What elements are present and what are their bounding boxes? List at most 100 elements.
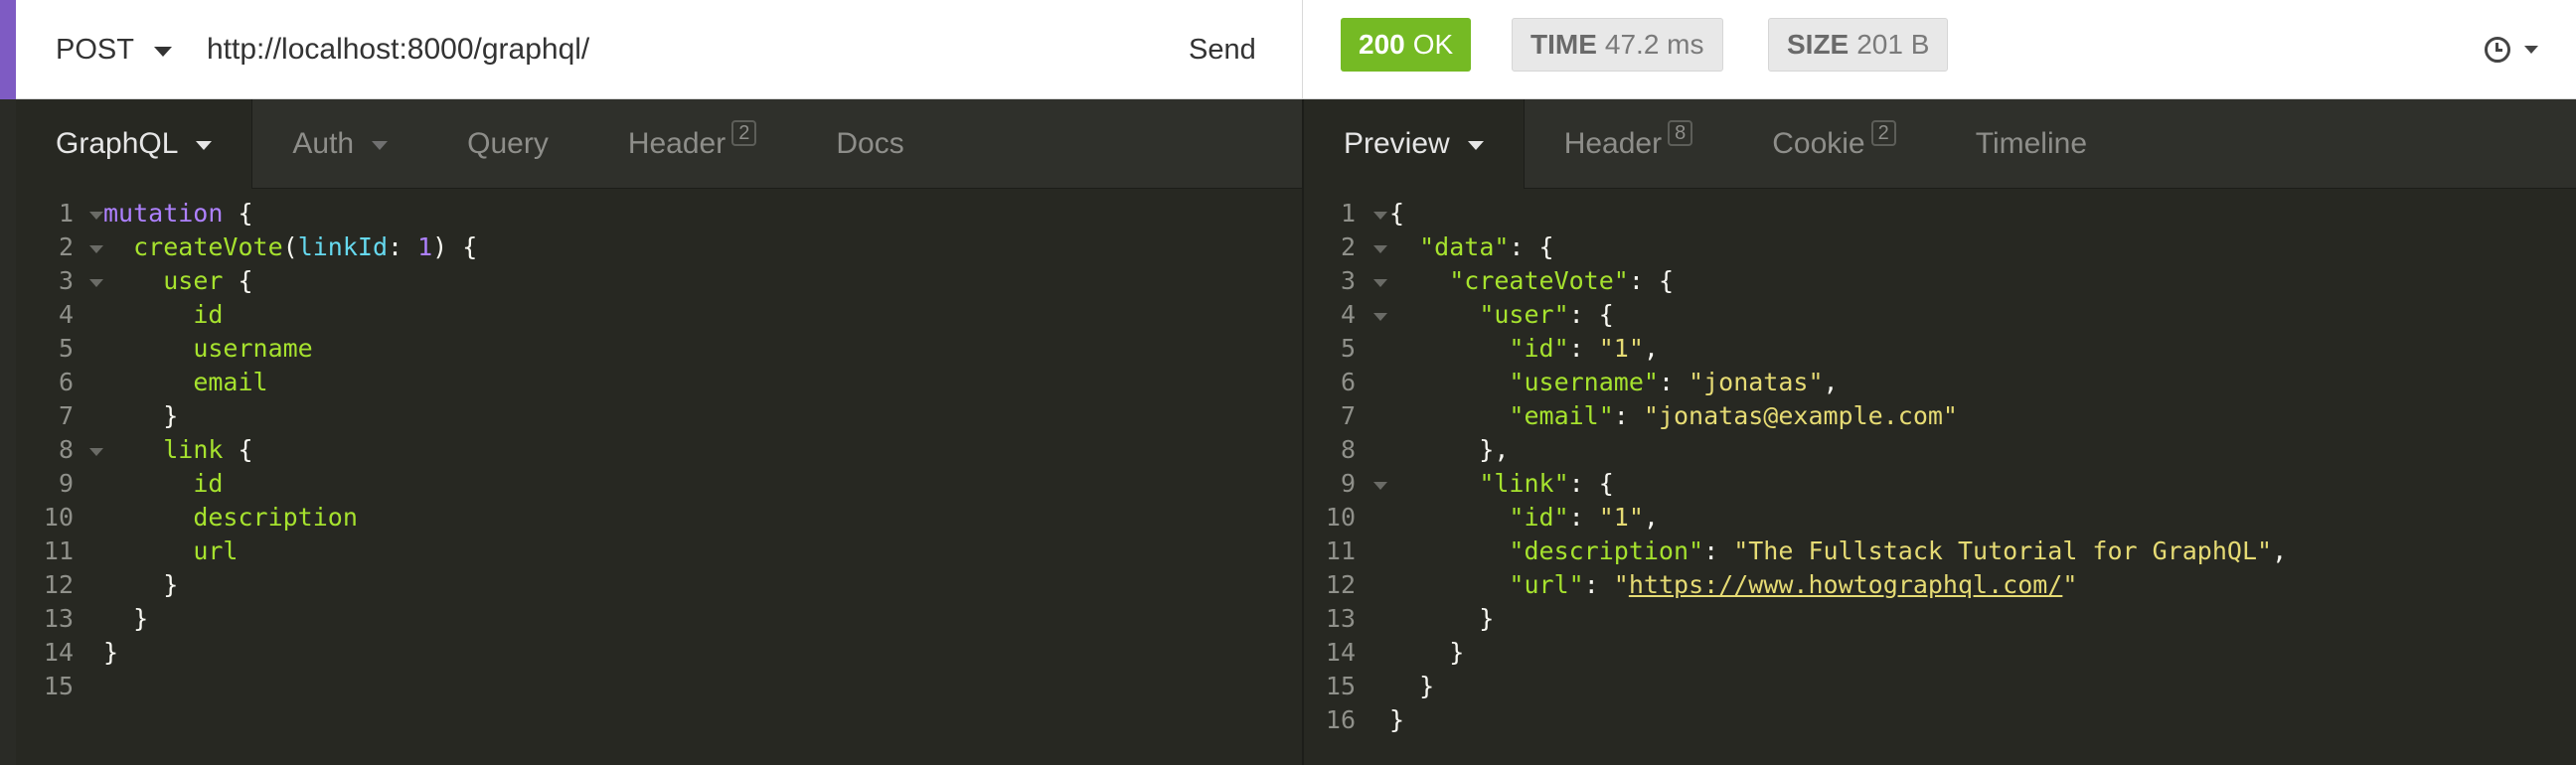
- code-token: ,: [2272, 536, 2288, 565]
- method-dropdown[interactable]: POST: [56, 0, 172, 99]
- code-token: (: [282, 232, 298, 261]
- request-tab-graphql[interactable]: GraphQL: [16, 99, 253, 189]
- code-line: 12 "url": "https://www.howtographql.com/…: [1304, 568, 2576, 602]
- line-number: 6: [58, 368, 74, 396]
- code-text: description: [83, 501, 358, 535]
- fold-arrow-icon[interactable]: [1373, 245, 1387, 253]
- chevron-down-icon: [372, 141, 389, 150]
- line-number: 11: [1325, 536, 1356, 565]
- response-viewer[interactable]: 1{2 "data": {3 "createVote": {4 "user": …: [1304, 189, 2576, 737]
- response-tab-header[interactable]: Header 8: [1525, 99, 1733, 189]
- request-tabs: GraphQL Auth Query Header 2 Docs: [16, 99, 1302, 189]
- history-dropdown[interactable]: [2485, 0, 2538, 99]
- fold-arrow-icon[interactable]: [89, 212, 103, 220]
- code-token: id: [193, 300, 224, 329]
- fold-arrow-icon[interactable]: [89, 448, 103, 456]
- code-token: mutation: [103, 199, 224, 228]
- chevron-down-icon: [2524, 46, 2538, 54]
- line-number: 13: [43, 604, 74, 633]
- code-token: {: [223, 266, 253, 295]
- code-text: "username": "jonatas",: [1366, 366, 1839, 399]
- code-token: "url": [1509, 570, 1584, 599]
- code-text: mutation {: [83, 197, 253, 230]
- code-line: 10 description: [16, 501, 1302, 535]
- line-number: 2: [1304, 230, 1387, 264]
- line-number: 4: [1304, 298, 1387, 332]
- code-line: 3 user {: [16, 264, 1302, 298]
- code-token: ,: [1823, 368, 1839, 396]
- response-tab-timeline[interactable]: Timeline: [1936, 99, 2127, 189]
- code-token: "user": [1479, 300, 1569, 329]
- status-text: OK: [1412, 29, 1454, 60]
- line-number: 2: [16, 230, 103, 264]
- url-input[interactable]: http://localhost:8000/graphql/: [207, 0, 589, 99]
- code-text: id: [83, 467, 223, 501]
- code-text: "id": "1",: [1366, 332, 1659, 366]
- response-tab-cookie[interactable]: Cookie 2: [1732, 99, 1936, 189]
- line-number: 14: [1325, 638, 1356, 667]
- line-number: 15: [43, 672, 74, 700]
- code-text: }: [83, 399, 178, 433]
- line-number: 7: [1340, 401, 1356, 430]
- line-number: 10: [1325, 503, 1356, 532]
- code-token: "email": [1509, 401, 1614, 430]
- fold-arrow-icon[interactable]: [1373, 313, 1387, 321]
- code-line: 6 "username": "jonatas",: [1304, 366, 2576, 399]
- tab-label: Docs: [836, 127, 904, 160]
- code-token: "1": [1598, 334, 1644, 363]
- request-tab-auth[interactable]: Auth: [252, 99, 427, 189]
- line-number: 11: [43, 536, 74, 565]
- code-text: }: [1366, 703, 1404, 737]
- fold-arrow-icon[interactable]: [1373, 279, 1387, 287]
- send-button[interactable]: Send: [1189, 0, 1256, 99]
- code-token: "data": [1419, 232, 1510, 261]
- code-token: "id": [1509, 503, 1569, 532]
- code-line: 4 "user": {: [1304, 298, 2576, 332]
- code-token: user: [163, 266, 224, 295]
- request-tab-query[interactable]: Query: [427, 99, 588, 189]
- code-token: }: [103, 401, 179, 430]
- fold-arrow-icon[interactable]: [89, 279, 103, 287]
- code-token: linkId: [297, 232, 388, 261]
- request-tab-docs[interactable]: Docs: [796, 99, 943, 189]
- code-text: email: [83, 366, 268, 399]
- code-token: }: [1389, 604, 1495, 633]
- code-token: :: [1583, 570, 1614, 599]
- fold-arrow-icon[interactable]: [89, 245, 103, 253]
- tab-label: Auth: [292, 127, 355, 160]
- line-number: 5: [1340, 334, 1356, 363]
- fold-arrow-icon[interactable]: [1373, 212, 1387, 220]
- code-token: username: [193, 334, 313, 363]
- line-number: 9: [58, 469, 74, 498]
- response-tab-preview[interactable]: Preview: [1304, 99, 1525, 189]
- response-status-bar: 200 OK TIME 47.2 ms SIZE 201 B: [1302, 0, 2576, 99]
- line-number: 14: [43, 638, 74, 667]
- code-text: link {: [83, 433, 253, 467]
- code-text: }: [1366, 636, 1464, 670]
- code-token: id: [193, 469, 224, 498]
- code-token: :: [1613, 401, 1644, 430]
- code-token: : {: [1628, 266, 1674, 295]
- fold-arrow-icon[interactable]: [1373, 482, 1387, 490]
- code-token: email: [193, 368, 268, 396]
- code-token: {: [223, 435, 253, 464]
- code-text: },: [1366, 433, 1509, 467]
- line-number: 8: [1340, 435, 1356, 464]
- tab-count-badge: 2: [731, 120, 757, 146]
- response-link[interactable]: https://www.howtographql.com/: [1629, 570, 2063, 599]
- code-text: }: [83, 568, 178, 602]
- code-line: 13 }: [16, 602, 1302, 636]
- request-tab-header[interactable]: Header 2: [588, 99, 797, 189]
- method-label: POST: [56, 33, 134, 66]
- time-badge: TIME 47.2 ms: [1512, 18, 1723, 72]
- code-token: }: [103, 604, 149, 633]
- code-text: "createVote": {: [1366, 264, 1674, 298]
- code-line: 8 },: [1304, 433, 2576, 467]
- query-editor[interactable]: 1 mutation {2 createVote(linkId: 1) {3 us…: [16, 189, 1302, 703]
